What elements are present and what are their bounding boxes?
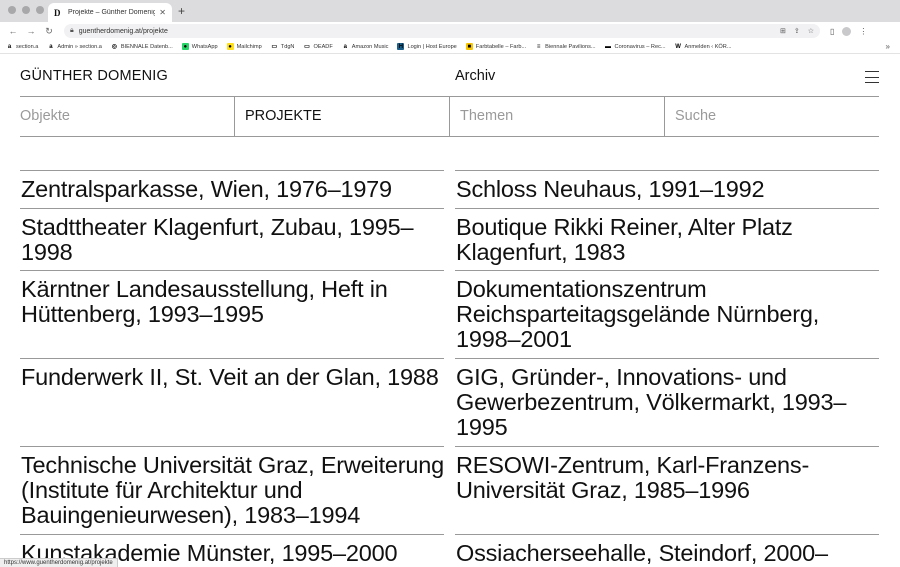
bookmark-favicon-icon: a <box>341 43 349 50</box>
site-favicon-icon: D <box>54 7 61 18</box>
bookmark-label: BIENNALE Datenb... <box>120 43 173 50</box>
bookmark-star-icon[interactable]: ☆ <box>808 27 814 35</box>
reload-icon[interactable]: ↻ <box>42 26 56 37</box>
bookmark-item[interactable]: ▭ OEADF <box>303 43 333 50</box>
lock-icon[interactable]: 🔒︎ <box>70 27 74 35</box>
bookmark-item[interactable]: a Admin » section.a <box>47 43 102 50</box>
bookmark-label: Farbtabelle – Farb... <box>475 43 527 50</box>
bookmark-label: Biennale Pavilions... <box>545 43 596 50</box>
tab-suche[interactable]: Suche <box>664 97 879 136</box>
status-bar-url: https://www.guentherdomenig.at/projekte <box>0 558 118 567</box>
bookmark-item[interactable]: ● Mailchimp <box>226 43 262 50</box>
window-controls <box>8 6 44 14</box>
share-icon[interactable]: ⇪ <box>794 27 800 35</box>
bookmark-label: OEADF <box>313 43 333 50</box>
table-row: Technische Universität Graz, Erweiterung… <box>20 446 879 534</box>
bookmark-item[interactable]: a Amazon Music <box>341 43 389 50</box>
bookmark-favicon-icon: ≡ <box>535 43 543 50</box>
project-link[interactable]: Funderwerk II, St. Veit an der Glan, 198… <box>20 358 444 446</box>
project-link[interactable]: Boutique Rikki Reiner, Alter Platz Klage… <box>455 208 879 270</box>
bookmark-item[interactable]: ≡ Biennale Pavilions... <box>535 43 596 50</box>
back-arrow-icon[interactable]: ← <box>6 26 20 37</box>
tab-themen[interactable]: Themen <box>449 97 664 136</box>
bookmark-favicon-icon: a <box>6 43 13 50</box>
bookmark-label: Login | Host Europe <box>407 43 457 50</box>
bookmarks-bar: a section.a a Admin » section.a ◎ BIENNALE Da… <box>0 40 900 54</box>
bookmark-favicon-icon: ● <box>226 43 234 50</box>
table-row: Stadttheater Klagenfurt, Zubau, 1995–199… <box>20 208 879 270</box>
bookmark-favicon-icon: ◎ <box>110 43 118 50</box>
profile-avatar[interactable] <box>842 26 852 36</box>
maximize-window-button[interactable] <box>36 6 44 14</box>
tab-projekte[interactable]: PROJEKTE <box>234 97 449 136</box>
sidebar-icon[interactable]: ▯ <box>830 27 834 36</box>
bookmark-label: Amazon Music <box>351 43 389 50</box>
minimize-window-button[interactable] <box>22 6 30 14</box>
category-tabs: Objekte PROJEKTE Themen Suche <box>20 96 879 137</box>
url-text[interactable]: guentherdomenig.at/projekte <box>79 28 775 35</box>
bookmark-item[interactable]: ■ Farbtabelle – Farb... <box>465 43 527 50</box>
table-row: Funderwerk II, St. Veit an der Glan, 198… <box>20 358 879 446</box>
bookmark-item[interactable]: W Anmelden ‹ KÖR... <box>674 43 732 50</box>
bookmark-item[interactable]: H Login | Host Europe <box>397 43 457 50</box>
bookmark-item[interactable]: ▭ TdgN <box>270 43 295 50</box>
table-row: Kärntner Landesausstellung, Heft in Hütt… <box>20 270 879 358</box>
table-row: Kunstakademie Münster, 1995–2000 Ossiach… <box>20 534 879 567</box>
archive-link[interactable]: Archiv <box>455 68 495 84</box>
bookmark-label: WhatsApp <box>191 43 218 50</box>
project-link[interactable]: Zentralsparkasse, Wien, 1976–1979 <box>20 170 444 208</box>
menu-dots-icon[interactable]: ⋮ <box>859 27 867 36</box>
site-title[interactable]: GÜNTHER DOMENIG <box>20 68 168 84</box>
browser-tab-bar: D Projekte – Günther Domenig ✕ + <box>0 0 900 22</box>
hamburger-menu-icon[interactable] <box>865 71 879 83</box>
close-tab-icon[interactable]: ✕ <box>159 8 166 17</box>
project-list: Zentralsparkasse, Wien, 1976–1979 Schlos… <box>20 170 879 567</box>
close-window-button[interactable] <box>8 6 16 14</box>
project-link[interactable]: Kärntner Landesausstellung, Heft in Hütt… <box>20 270 444 358</box>
bookmark-label: TdgN <box>280 43 295 50</box>
bookmark-favicon-icon: H <box>397 43 405 50</box>
bookmark-favicon-icon: ▭ <box>270 43 278 50</box>
bookmark-label: Anmelden ‹ KÖR... <box>684 43 732 50</box>
new-tab-icon[interactable]: + <box>178 4 185 18</box>
bookmark-label: Coronavirus – Rec... <box>614 43 666 50</box>
table-row: Zentralsparkasse, Wien, 1976–1979 Schlos… <box>20 170 879 208</box>
bookmark-item[interactable]: ● WhatsApp <box>181 43 218 50</box>
bookmark-favicon-icon: ▬ <box>604 43 612 50</box>
forward-arrow-icon[interactable]: → <box>24 26 38 37</box>
bookmark-label: section.a <box>16 43 39 50</box>
project-link[interactable]: Dokumentationszentrum Reichsparteitagsge… <box>455 270 879 358</box>
more-bookmarks-icon[interactable]: » <box>886 42 890 51</box>
bookmark-favicon-icon: ● <box>181 43 189 50</box>
project-link[interactable]: GIG, Gründer-, Innovations- und Gewerbez… <box>455 358 879 446</box>
browser-toolbar: ← → ↻ 🔒︎ guentherdomenig.at/projekte ⊞ ⇪… <box>0 22 900 40</box>
bookmark-item[interactable]: a section.a <box>6 43 38 50</box>
project-link[interactable]: RESOWI-Zentrum, Karl-Franzens-Universitä… <box>455 446 879 534</box>
tab-objekte[interactable]: Objekte <box>20 97 234 136</box>
bookmark-item[interactable]: ◎ BIENNALE Datenb... <box>110 43 173 50</box>
tab-title: Projekte – Günther Domenig <box>68 9 156 16</box>
install-icon[interactable]: ⊞ <box>780 27 786 35</box>
bookmark-label: Mailchimp <box>236 43 262 50</box>
bookmark-item[interactable]: ▬ Coronavirus – Rec... <box>604 43 666 50</box>
bookmark-favicon-icon: ▭ <box>303 43 311 50</box>
project-link[interactable]: Technische Universität Graz, Erweiterung… <box>20 446 444 534</box>
project-link[interactable]: Ossiacherseehalle, Steindorf, 2000– <box>455 534 879 567</box>
bookmark-favicon-icon: ■ <box>465 43 473 50</box>
bookmark-label: Admin » section.a <box>57 43 102 50</box>
project-link[interactable]: Schloss Neuhaus, 1991–1992 <box>455 170 879 208</box>
bookmark-favicon-icon: a <box>47 43 55 50</box>
project-link[interactable]: Stadttheater Klagenfurt, Zubau, 1995–199… <box>20 208 444 270</box>
browser-tab[interactable]: D Projekte – Günther Domenig ✕ <box>48 3 172 22</box>
bookmark-favicon-icon: W <box>674 43 682 50</box>
address-bar[interactable]: 🔒︎ guentherdomenig.at/projekte ⊞ ⇪ ☆ <box>64 24 820 38</box>
